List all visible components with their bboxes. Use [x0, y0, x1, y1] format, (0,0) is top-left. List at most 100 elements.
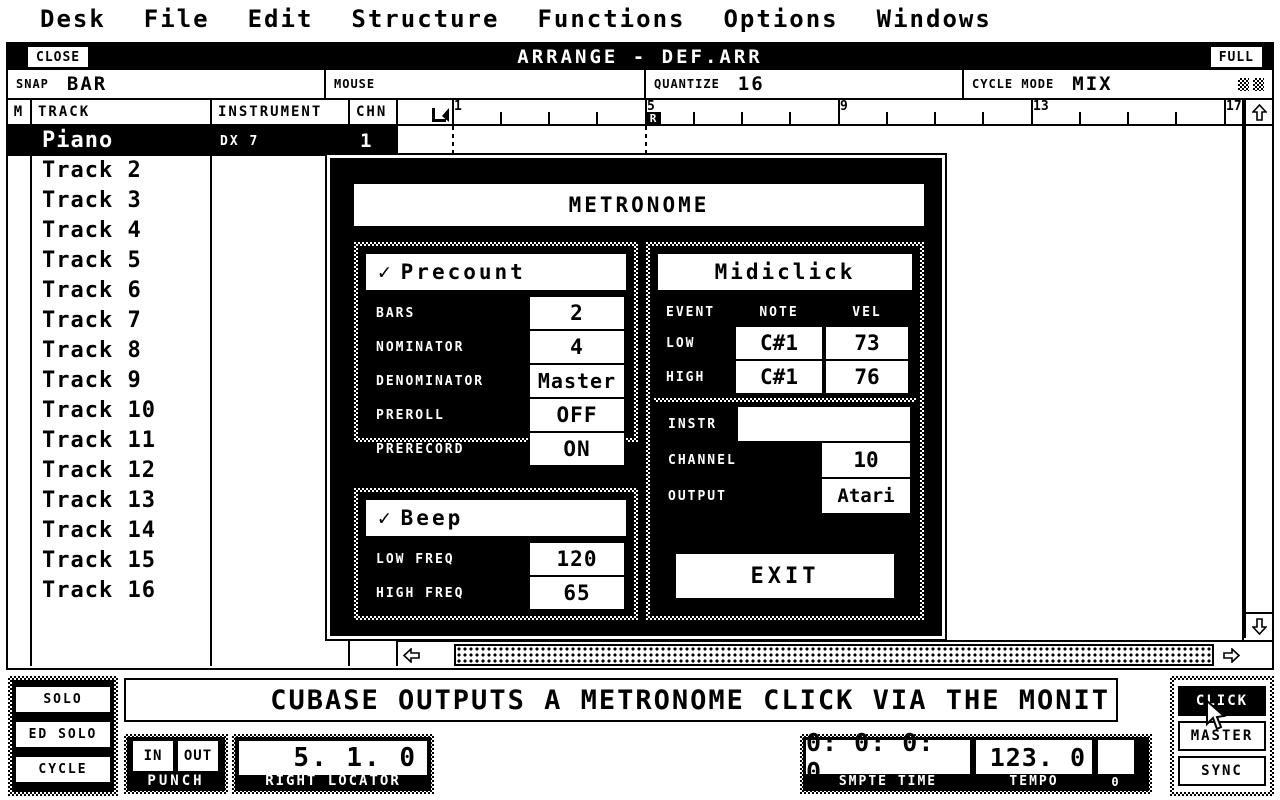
tempo-display[interactable]: 123. 0 TEMPO: [973, 737, 1095, 791]
beep-header[interactable]: ✓ Beep: [366, 500, 626, 536]
scroll-track[interactable]: [424, 642, 1218, 668]
cycle-button[interactable]: CYCLE: [16, 756, 110, 785]
ed-solo-button[interactable]: ED SOLO: [16, 721, 110, 750]
prerecord-value[interactable]: ON: [528, 432, 626, 466]
menu-item-file[interactable]: File: [144, 7, 210, 31]
track-row[interactable]: Track 12: [32, 456, 210, 486]
quantize-field[interactable]: QUANTIZE 16: [646, 70, 964, 98]
menu-item-edit[interactable]: Edit: [248, 7, 314, 31]
track-row[interactable]: Track 13: [32, 486, 210, 516]
track-mute-cell[interactable]: [8, 246, 30, 276]
scroll-left-icon[interactable]: [398, 642, 424, 668]
track-mute-cell[interactable]: [8, 366, 30, 396]
track-row[interactable]: Track 7: [32, 306, 210, 336]
right-locator-marker[interactable]: R: [645, 112, 661, 126]
track-mute-cell[interactable]: [8, 546, 30, 576]
cycle-mode-field[interactable]: CYCLE MODE MIX: [964, 70, 1272, 98]
solo-button[interactable]: SOLO: [16, 687, 110, 716]
nominator-value[interactable]: 4: [528, 330, 626, 364]
low-note-value[interactable]: C#1: [734, 326, 824, 360]
full-button[interactable]: FULL: [1210, 47, 1262, 67]
track-mute-cell[interactable]: [8, 276, 30, 306]
track-row[interactable]: Track 11: [32, 426, 210, 456]
vertical-scrollbar[interactable]: [1244, 100, 1272, 638]
mouse-field[interactable]: MOUSE: [326, 70, 646, 98]
track-mute-cell[interactable]: [8, 426, 30, 456]
low-freq-value[interactable]: 120: [528, 542, 626, 576]
track-row[interactable]: Track 3: [32, 186, 210, 216]
track-mute-cell[interactable]: [8, 486, 30, 516]
track-row[interactable]: Track 10: [32, 396, 210, 426]
signature-display[interactable]: 0: [1095, 737, 1137, 791]
smpte-value[interactable]: 0: 0: 0: 0: [806, 728, 970, 786]
track-mute-cell[interactable]: [8, 216, 30, 246]
track-row[interactable]: Track 5: [32, 246, 210, 276]
precount-header[interactable]: ✓ Precount: [366, 254, 626, 290]
instr-value[interactable]: [736, 406, 912, 442]
track-row[interactable]: Track 9: [32, 366, 210, 396]
horizontal-scrollbar[interactable]: [398, 640, 1272, 668]
menu-item-windows[interactable]: Windows: [877, 7, 992, 31]
scroll-thumb[interactable]: [454, 644, 1214, 666]
scroll-right-icon[interactable]: [1218, 642, 1244, 668]
field-row-bars[interactable]: BARS 2: [366, 296, 626, 330]
hatch-pattern-icon-1[interactable]: [1238, 77, 1249, 91]
track-mute-cell[interactable]: [8, 156, 30, 186]
punch-out-button[interactable]: OUT: [178, 741, 218, 771]
field-row-instr[interactable]: INSTR: [658, 406, 912, 442]
midiclick-header[interactable]: Midiclick: [658, 254, 912, 290]
menu-item-functions[interactable]: Functions: [537, 7, 685, 31]
right-locator-value[interactable]: 5. 1. 0: [239, 741, 427, 775]
menu-item-options[interactable]: Options: [723, 7, 838, 31]
high-freq-value[interactable]: 65: [528, 576, 626, 610]
sync-button[interactable]: SYNC: [1178, 755, 1266, 786]
track-mute-cell[interactable]: [8, 456, 30, 486]
track-mute-cell[interactable]: [8, 396, 30, 426]
hatch-pattern-icon-2[interactable]: [1253, 77, 1264, 91]
track-mute-cell[interactable]: [8, 336, 30, 366]
field-row-preroll[interactable]: PREROLL OFF: [366, 398, 626, 432]
track-row[interactable]: Piano: [32, 126, 210, 156]
output-value[interactable]: Atari: [820, 478, 912, 514]
bars-value[interactable]: 2: [528, 296, 626, 330]
field-row-denominator[interactable]: DENOMINATOR Master: [366, 364, 626, 398]
track-row[interactable]: Track 8: [32, 336, 210, 366]
track-row[interactable]: Track 15: [32, 546, 210, 576]
close-button[interactable]: CLOSE: [28, 47, 89, 67]
track-mute-cell[interactable]: [8, 576, 30, 606]
field-row-channel[interactable]: CHANNEL 10: [658, 442, 912, 478]
snap-field[interactable]: SNAP BAR: [8, 70, 326, 98]
high-vel-value[interactable]: 76: [824, 360, 910, 394]
left-locator-marker[interactable]: [430, 106, 454, 126]
punch-in-button[interactable]: IN: [133, 741, 173, 771]
track-instrument-cell[interactable]: DX 7: [212, 126, 348, 156]
high-note-value[interactable]: C#1: [734, 360, 824, 394]
tempo-value[interactable]: 123. 0: [976, 740, 1092, 774]
field-row-output[interactable]: OUTPUT Atari: [658, 478, 912, 514]
table-row[interactable]: HIGH C#1 76: [658, 360, 912, 394]
track-row[interactable]: Track 16: [32, 576, 210, 606]
signature-value[interactable]: [1098, 740, 1134, 774]
scroll-up-icon[interactable]: [1246, 100, 1272, 126]
bar-ruler[interactable]: 1 5 9 13 17 R: [398, 98, 1244, 126]
track-mute-cell[interactable]: [8, 186, 30, 216]
preroll-value[interactable]: OFF: [528, 398, 626, 432]
exit-button[interactable]: EXIT: [676, 554, 894, 598]
track-channel-cell[interactable]: 1: [350, 126, 396, 156]
field-row-prerecord[interactable]: PRERECORD ON: [366, 432, 626, 466]
table-row[interactable]: LOW C#1 73: [658, 326, 912, 360]
field-row-nominator[interactable]: NOMINATOR 4: [366, 330, 626, 364]
menu-item-structure[interactable]: Structure: [351, 7, 499, 31]
track-row[interactable]: Track 6: [32, 276, 210, 306]
scroll-down-icon[interactable]: [1246, 612, 1272, 638]
denominator-value[interactable]: Master: [528, 364, 626, 398]
track-row[interactable]: Track 4: [32, 216, 210, 246]
track-mute-cell[interactable]: [8, 516, 30, 546]
channel-value[interactable]: 10: [820, 442, 912, 478]
track-row[interactable]: Track 2: [32, 156, 210, 186]
field-row-low-freq[interactable]: LOW FREQ 120: [366, 542, 626, 576]
track-mute-cell[interactable]: [8, 126, 30, 156]
low-vel-value[interactable]: 73: [824, 326, 910, 360]
menu-item-desk[interactable]: Desk: [40, 7, 106, 31]
field-row-high-freq[interactable]: HIGH FREQ 65: [366, 576, 626, 610]
